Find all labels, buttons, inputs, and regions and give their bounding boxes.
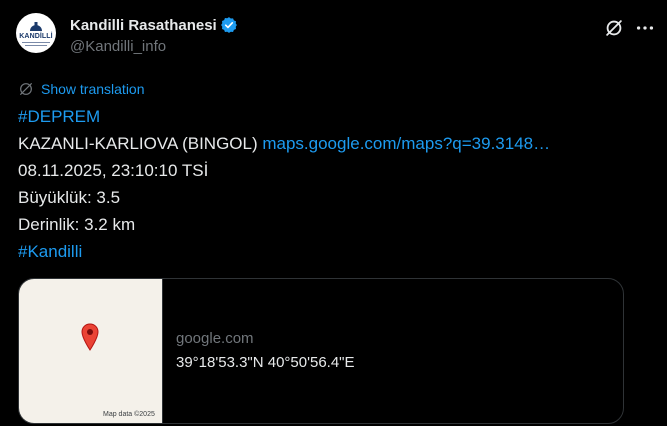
author-display-name[interactable]: Kandilli Rasathanesi bbox=[70, 17, 217, 34]
map-thumbnail[interactable]: Map data ©2025 bbox=[19, 279, 163, 423]
avatar-logo-line bbox=[22, 42, 50, 43]
avatar-logo-line bbox=[25, 45, 47, 46]
hashtag-deprem[interactable]: #DEPREM bbox=[18, 106, 100, 128]
avatar[interactable]: KANDİLLİ bbox=[16, 13, 56, 53]
grok-icon[interactable] bbox=[603, 17, 625, 39]
hashtag-kandilli[interactable]: #Kandilli bbox=[18, 241, 82, 263]
map-pin-icon bbox=[81, 323, 99, 351]
tweet-magnitude: Büyüklük: 3.5 bbox=[18, 188, 121, 207]
link-preview-card[interactable]: Map data ©2025 google.com 39°18'53.3"N 4… bbox=[18, 278, 624, 424]
author-name-row: Kandilli Rasathanesi bbox=[70, 15, 238, 35]
observatory-emblem-icon bbox=[30, 22, 42, 31]
card-domain: google.com bbox=[176, 330, 254, 347]
more-icon[interactable] bbox=[634, 17, 656, 39]
map-credit: Map data ©2025 bbox=[103, 411, 155, 418]
tweet-location-line: KAZANLI-KARLIOVA (BINGOL) maps.google.co… bbox=[18, 133, 550, 155]
avatar-logo-text: KANDİLLİ bbox=[19, 33, 53, 40]
verified-badge-icon[interactable] bbox=[220, 16, 238, 34]
tweet-depth: Derinlik: 3.2 km bbox=[18, 215, 136, 234]
show-translation-label: Show translation bbox=[41, 81, 145, 97]
author-handle[interactable]: @Kandilli_info bbox=[70, 38, 166, 55]
globe-icon bbox=[20, 83, 32, 95]
location-text: KAZANLI-KARLIOVA (BINGOL) bbox=[18, 134, 263, 153]
maps-link[interactable]: maps.google.com/maps?q=39.3148… bbox=[262, 134, 550, 153]
card-title: 39°18'53.3"N 40°50'56.4"E bbox=[176, 354, 355, 371]
tweet: KANDİLLİ Kandilli Rasathanesi @Kandilli_… bbox=[0, 0, 667, 426]
tweet-datetime: 08.11.2025, 23:10:10 TSİ bbox=[18, 161, 209, 180]
show-translation-button[interactable]: Show translation bbox=[18, 80, 145, 98]
